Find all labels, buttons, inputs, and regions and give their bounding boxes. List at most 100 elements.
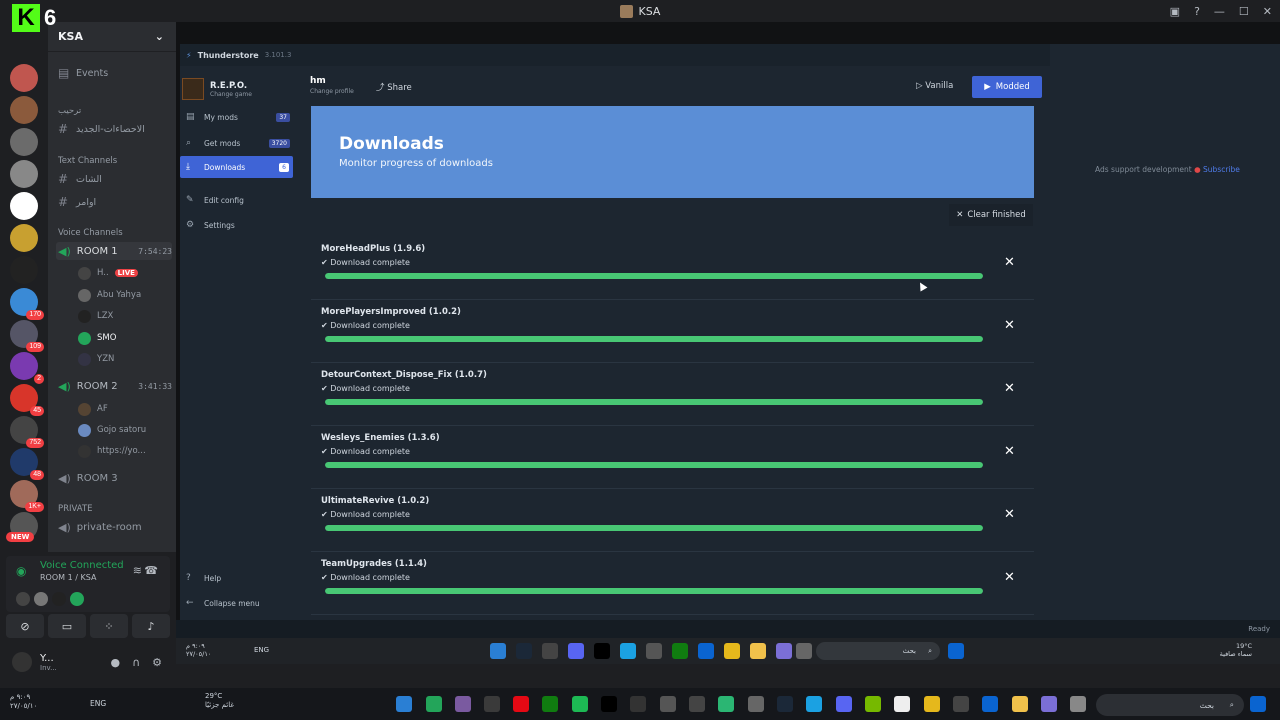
nav-collapse-menu[interactable]: ← Collapse menu	[180, 592, 294, 614]
server-icon[interactable]	[10, 256, 38, 284]
vanilla-button[interactable]: ▷ Vanilla	[916, 81, 953, 91]
spotify-icon[interactable]	[572, 696, 588, 712]
steam-icon[interactable]	[777, 696, 793, 712]
voice-user[interactable]: AF	[78, 400, 170, 418]
server-icon[interactable]: 170	[10, 288, 44, 320]
discord-icon[interactable]	[836, 696, 852, 712]
server-header[interactable]: KSA ⌄	[48, 22, 176, 52]
app-icon[interactable]	[689, 696, 705, 712]
avatar[interactable]	[52, 592, 66, 606]
nvidia-icon[interactable]	[865, 696, 881, 712]
windows-start-icon[interactable]	[1250, 696, 1266, 712]
avatar[interactable]	[12, 652, 32, 672]
channel-orders[interactable]: # اوامر	[56, 193, 170, 211]
netflix-icon[interactable]	[513, 696, 529, 712]
server-icon[interactable]: 109	[10, 320, 44, 352]
avatar[interactable]	[34, 592, 48, 606]
store-icon[interactable]	[982, 696, 998, 712]
channel-chat[interactable]: # الشات	[56, 170, 170, 188]
help-icon[interactable]: ?	[1194, 5, 1200, 18]
nav-my-mods[interactable]: ▤ My mods 37	[180, 106, 294, 128]
inbox-icon[interactable]: ▣	[1170, 5, 1180, 18]
category-text[interactable]: Text Channels	[58, 156, 117, 166]
screen-share-icon[interactable]: ▭	[48, 614, 86, 638]
disconnect-icon[interactable]: ☎	[144, 564, 158, 577]
file-icon[interactable]	[894, 696, 910, 712]
gear-icon[interactable]: ⚙	[152, 656, 162, 669]
taskbar-search[interactable]: بحث ⌕	[1096, 694, 1244, 716]
avatar[interactable]	[16, 592, 30, 606]
nav-get-mods[interactable]: ⌕ Get mods 3720	[180, 132, 294, 154]
app-icon[interactable]	[484, 696, 500, 712]
user-info[interactable]: Y... Inv...	[40, 653, 57, 672]
server-icon[interactable]: 752	[10, 416, 44, 448]
noise-suppression-icon[interactable]: ≋	[133, 564, 142, 577]
xbox-icon[interactable]	[542, 696, 558, 712]
soundboard-icon[interactable]: ♪	[132, 614, 170, 638]
share-button[interactable]: ⤴ Share	[376, 81, 412, 93]
maximize-button[interactable]: ☐	[1239, 5, 1249, 18]
app-icon[interactable]	[630, 696, 646, 712]
voice-user[interactable]: SMO	[78, 329, 170, 347]
nav-downloads[interactable]: ⤓ Downloads 6	[180, 156, 293, 178]
voice-user[interactable]: YZN	[78, 350, 170, 368]
copilot-icon[interactable]	[1041, 696, 1057, 712]
nav-edit-config[interactable]: ✎ Edit config	[180, 189, 294, 211]
server-icon[interactable]	[10, 128, 38, 156]
server-icon[interactable]	[10, 160, 38, 188]
camera-off-icon[interactable]: ⊘	[6, 614, 44, 638]
voice-user[interactable]: Abu Yahya	[78, 286, 170, 304]
remove-download-button[interactable]: ✕	[1004, 570, 1015, 585]
remove-download-button[interactable]: ✕	[1004, 255, 1015, 270]
subscribe-link[interactable]: Subscribe	[1203, 165, 1240, 174]
minimize-button[interactable]: —	[1214, 5, 1225, 18]
remove-download-button[interactable]: ✕	[1004, 444, 1015, 459]
app-icon[interactable]	[426, 696, 442, 712]
capcut-icon[interactable]	[601, 696, 617, 712]
edge-icon[interactable]	[806, 696, 822, 712]
nav-help[interactable]: ? Help	[180, 567, 294, 589]
voice-room-3[interactable]: ◀) ROOM 3	[56, 469, 172, 487]
events-item[interactable]: ▤ Events	[56, 64, 170, 82]
activities-icon[interactable]: ⁘	[90, 614, 128, 638]
game-selector[interactable]: R.E.P.O. Change game	[180, 74, 298, 104]
voice-user[interactable]: https://yo...	[78, 442, 170, 460]
category-voice[interactable]: Voice Channels	[58, 228, 123, 238]
voice-user[interactable]: LZX	[78, 307, 170, 325]
app-icon[interactable]	[718, 696, 734, 712]
chrome-icon[interactable]	[924, 696, 940, 712]
system-clock[interactable]: ٩:٠٩ م ٢٧/٠٥/١٠	[10, 693, 37, 711]
thunderstore-icon[interactable]	[396, 696, 412, 712]
close-button[interactable]: ✕	[1263, 5, 1272, 18]
voice-location[interactable]: ROOM 1 / KSA	[40, 573, 96, 582]
headphones-icon[interactable]: ∩	[132, 656, 140, 669]
language-indicator[interactable]: ENG	[90, 699, 106, 708]
server-icon[interactable]	[10, 64, 38, 92]
category-welcome[interactable]: ترحيب	[58, 106, 81, 116]
server-icon[interactable]: 48	[10, 448, 44, 480]
voice-user[interactable]: Gojo satoru	[78, 421, 170, 439]
server-icon[interactable]	[10, 96, 38, 124]
voice-room-2[interactable]: ◀) ROOM 2 3:41:33	[56, 377, 172, 395]
avatar[interactable]	[70, 592, 84, 606]
app-icon[interactable]	[660, 696, 676, 712]
profile-name[interactable]: hm	[310, 76, 326, 86]
server-icon[interactable]: 1K+	[10, 480, 44, 512]
change-profile-label[interactable]: Change profile	[310, 88, 354, 95]
epic-icon[interactable]	[953, 696, 969, 712]
server-icon[interactable]: 2	[10, 352, 44, 384]
server-icon[interactable]	[10, 224, 38, 252]
voice-private-room[interactable]: ◀) private-room	[56, 518, 172, 536]
clear-finished-button[interactable]: ✕ Clear finished	[949, 204, 1033, 226]
remove-download-button[interactable]: ✕	[1004, 507, 1015, 522]
app-icon[interactable]	[748, 696, 764, 712]
channel-stats[interactable]: # الاحصاءات-الجديد	[56, 120, 170, 138]
remove-download-button[interactable]: ✕	[1004, 318, 1015, 333]
nav-settings[interactable]: ⚙ Settings	[180, 214, 294, 236]
category-private[interactable]: PRIVATE	[58, 504, 93, 514]
server-icon[interactable]: 45	[10, 384, 44, 416]
modded-button[interactable]: ▶ Modded	[972, 76, 1042, 98]
server-icon[interactable]	[10, 192, 38, 220]
app-icon[interactable]	[1070, 696, 1086, 712]
folder-icon[interactable]	[1012, 696, 1028, 712]
